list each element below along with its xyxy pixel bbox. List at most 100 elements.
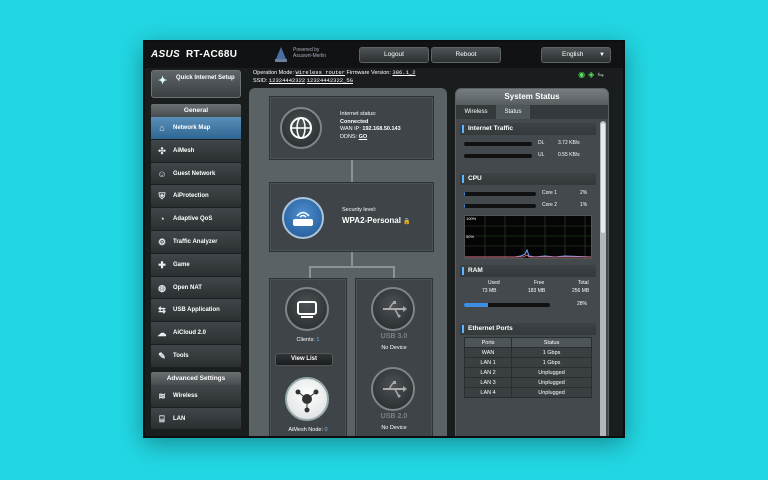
op-mode-link[interactable]: Wireless router [296, 69, 346, 76]
table-row: LAN 3 Unplugged [463, 377, 592, 388]
sidebar-item-traffic-analyzer[interactable]: ⚙ Traffic Analyzer [151, 230, 241, 254]
router-admin-window: ASUS RT-AC68U Powered by Asuswrt-Merlin Lo… [143, 40, 625, 438]
advanced-section-header: Advanced Settings [151, 371, 241, 385]
table-row: LAN 4 Unplugged [463, 387, 592, 398]
sidebar-item-network-map[interactable]: ⌂ Network Map [151, 117, 241, 140]
usb-2-label: USB 2.0 [380, 413, 408, 420]
usb-status-icon[interactable]: ⇋ [597, 70, 607, 79]
aimesh-node-icon [285, 377, 329, 421]
top-bar: ASUS RT-AC68U Powered by Asuswrt-Merlin Lo… [145, 42, 623, 68]
open-nat-icon: ◍ [158, 282, 166, 293]
sidebar-item-adaptive-qos[interactable]: ◔ Adaptive QoS [151, 208, 241, 231]
sidebar-item-wireless[interactable]: ≋ Wireless [151, 384, 241, 408]
port-name: WAN [463, 347, 513, 358]
ram-used-value: 73 MB [482, 288, 497, 294]
qis-label: Quick Internet Setup [176, 75, 235, 81]
ethernet-ports-header: Ethernet Ports [460, 323, 596, 335]
traffic-analyzer-icon: ⚙ [157, 236, 167, 247]
sidebar-item-aiprotection[interactable]: ⛨ AiProtection [151, 185, 241, 209]
ports-column-header: Ports [463, 337, 513, 348]
sidebar-item-label: Wireless [173, 392, 198, 399]
ul-value: 0.55 KB/s [558, 152, 580, 158]
ddns-go-link[interactable]: GO [359, 134, 368, 140]
internet-status-label: Internet status: [340, 111, 377, 117]
aimesh-node-count[interactable]: 0 [325, 427, 328, 433]
ul-bar [464, 154, 532, 158]
ul-label: UL [538, 152, 545, 158]
router-model: RT-AC68U [185, 49, 238, 60]
language-value: English [562, 51, 584, 58]
op-mode-label: Operation Mode: [253, 70, 294, 76]
aicloud-icon: ☁ [157, 328, 167, 339]
connector-line [309, 266, 395, 268]
port-status: Unplugged [511, 387, 592, 398]
language-select[interactable]: English ▼ [541, 47, 611, 63]
port-status: Unplugged [511, 377, 592, 388]
status-scrollbar[interactable] [600, 121, 606, 436]
system-status-panel: System Status Wireless Status Internet T… [455, 88, 609, 436]
ssid-label: SSID: [253, 78, 268, 84]
dl-bar [464, 142, 532, 146]
scrollbar-thumb[interactable] [601, 123, 605, 233]
sidebar-item-label: Adaptive QoS [173, 216, 213, 223]
asus-logo: ASUS [151, 49, 180, 60]
firmware-label: Firmware Version: [346, 70, 391, 76]
general-section-header: General [151, 104, 241, 117]
connector-line [393, 266, 395, 278]
graph-100-label: 100% [466, 216, 477, 221]
sidebar-item-tools[interactable]: ✎ Tools [151, 344, 241, 368]
core1-label: Core 1 [542, 190, 558, 196]
ssid-2g-link[interactable]: 12324442322 [269, 77, 305, 84]
firmware-link[interactable]: 386.1_2 [392, 69, 415, 76]
sidebar-item-usb-application[interactable]: ⇆ USB Application [151, 299, 241, 323]
tools-icon: ✎ [158, 350, 166, 361]
security-level-value: WPA2-Personal [342, 215, 401, 225]
wand-icon: ✦ [158, 75, 168, 87]
logout-button[interactable]: Logout [359, 47, 429, 63]
dl-label: DL [538, 140, 545, 146]
sidebar-item-aimesh[interactable]: ✣ AiMesh [151, 139, 241, 163]
tab-wireless[interactable]: Wireless [456, 105, 496, 119]
sidebar-item-guest-network[interactable]: ☺ Guest Network [151, 162, 241, 186]
clients-count[interactable]: 1 [316, 337, 319, 343]
sidebar-item-open-nat[interactable]: ◍ Open NAT [151, 276, 241, 300]
ram-total-value: 256 MB [572, 288, 590, 294]
quick-internet-setup-button[interactable]: ✦ Quick Internet Setup [151, 70, 241, 98]
wan-ip-label: WAN IP: [340, 126, 361, 132]
dl-value: 3.72 KB/s [558, 140, 580, 146]
ram-used-label: Used [488, 280, 500, 286]
table-row: LAN 11 Gbps [463, 357, 592, 368]
sidebar-item-label: Traffic Analyzer [173, 238, 218, 245]
sidebar-item-label: USB Application [173, 307, 220, 314]
sidebar-item-label: AiMesh [173, 147, 195, 154]
wireless-icon: ≋ [158, 390, 166, 401]
clients-card[interactable]: Clients: 1 View List AiMesh Node: 0 [269, 278, 347, 436]
sidebar-item-label: Game [173, 261, 190, 268]
connector-line [351, 160, 353, 182]
wizard-icon [275, 47, 287, 62]
ram-percent: 28% [577, 301, 588, 307]
internet-status-card[interactable]: Internet status: Connected WAN IP: 192.1… [269, 96, 434, 160]
app-status-icon[interactable]: ◈ [588, 70, 597, 79]
info-bar: Operation Mode: Wireless router Firmware… [253, 68, 623, 88]
sidebar-item-label: Network Map [173, 125, 211, 131]
ram-bar [464, 303, 550, 307]
tab-status[interactable]: Status [496, 105, 530, 119]
status-column-header: Status [511, 337, 592, 348]
view-list-button[interactable]: View List [275, 353, 333, 366]
internet-traffic-header: Internet Traffic [460, 123, 596, 135]
usb-card[interactable]: USB 3.0 No Device USB 2.0 No Device [355, 278, 433, 436]
sidebar-item-lan[interactable]: ⌸ LAN [151, 407, 241, 431]
usb-3-label: USB 3.0 [380, 333, 408, 340]
sidebar-item-label: LAN [173, 415, 186, 422]
wifi-status-icon[interactable]: ◉ [578, 70, 588, 79]
reboot-button[interactable]: Reboot [431, 47, 501, 63]
ssid-5g-link[interactable]: 12324442322_5G [307, 77, 353, 84]
router-icon [282, 197, 324, 239]
router-card[interactable]: Security level: WPA2-Personal 🔒 [269, 182, 434, 252]
chevron-down-icon: ▼ [599, 52, 605, 58]
system-status-tabs: Wireless Status [456, 105, 608, 119]
sidebar-item-aicloud-2-0[interactable]: ☁ AiCloud 2.0 [151, 322, 241, 345]
sidebar-item-game[interactable]: ✚ Game [151, 253, 241, 277]
ram-free-value: 183 MB [528, 288, 546, 294]
